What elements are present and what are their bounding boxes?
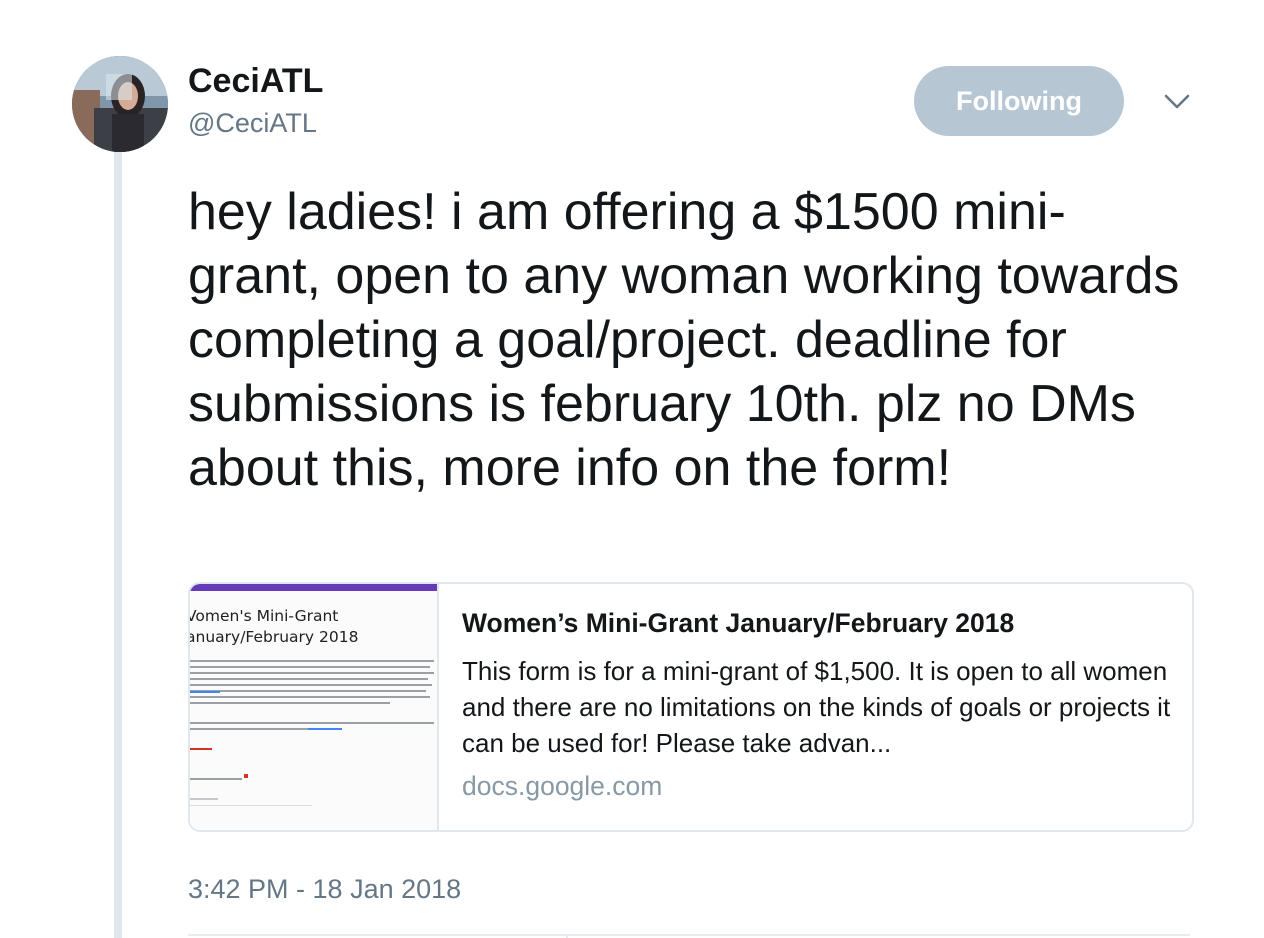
card-body: Women’s Mini-Grant January/February 2018… [462, 608, 1177, 802]
card-title[interactable]: Women’s Mini-Grant January/February 2018 [462, 608, 1177, 639]
divider-tick [566, 934, 568, 938]
card-image-form-text [190, 660, 434, 806]
link-card[interactable]: Vomen's Mini-Grant anuary/February 2018 [188, 582, 1194, 832]
user-handle[interactable]: @CeciATL [188, 108, 317, 139]
tweet-timestamp[interactable]: 3:42 PM - 18 Jan 2018 [188, 874, 461, 905]
following-button[interactable]: Following [914, 66, 1124, 136]
avatar[interactable] [72, 56, 168, 152]
user-name[interactable]: CeciATL [188, 62, 323, 101]
divider [188, 934, 1190, 936]
chevron-down-icon[interactable] [1160, 88, 1194, 116]
tweet-text: hey ladies! i am offering a $1500 mini-g… [188, 183, 1180, 497]
thread-line [114, 150, 122, 938]
card-image: Vomen's Mini-Grant anuary/February 2018 [190, 584, 439, 830]
card-domain: docs.google.com [462, 771, 663, 801]
card-description: This form is for a mini-grant of $1,500.… [462, 656, 1171, 758]
tweet: CeciATL @CeciATL Following hey ladies! i… [0, 0, 1264, 938]
